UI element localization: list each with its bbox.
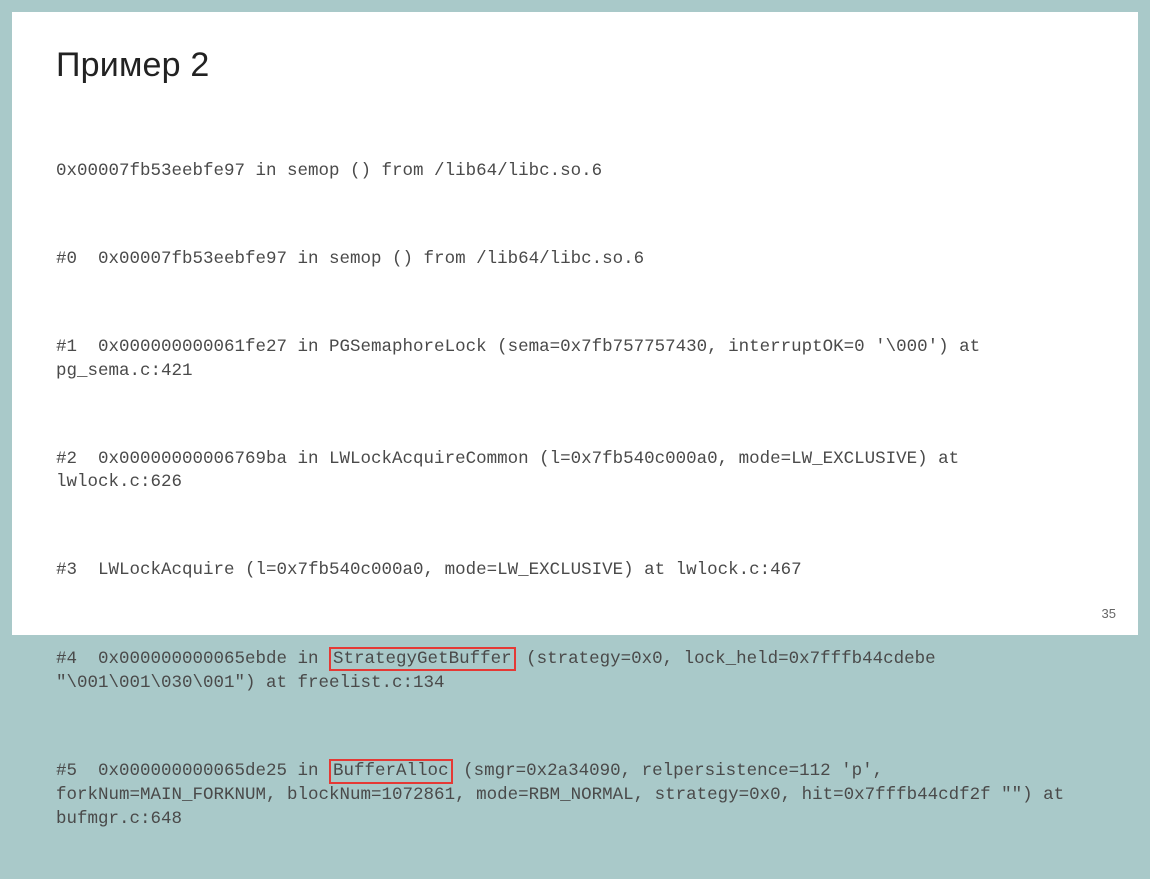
slide: Пример 2 0x00007fb53eebfe97 in semop () … xyxy=(12,12,1138,635)
bt-line-1: #1 0x000000000061fe27 in PGSemaphoreLock… xyxy=(56,336,1094,383)
slide-title: Пример 2 xyxy=(56,46,1094,85)
bt-line-5: #5 0x000000000065de25 in BufferAlloc (sm… xyxy=(56,759,1094,831)
bt-line-4-pre: #4 0x000000000065ebde in xyxy=(56,649,329,669)
bt-line-4: #4 0x000000000065ebde in StrategyGetBuff… xyxy=(56,647,1094,695)
bt-line-2: #2 0x00000000006769ba in LWLockAcquireCo… xyxy=(56,448,1094,495)
backtrace-block: 0x00007fb53eebfe97 in semop () from /lib… xyxy=(56,113,1094,879)
bt-highlight-bufferalloc: BufferAlloc xyxy=(329,759,453,783)
bt-highlight-strategygetbuffer: StrategyGetBuffer xyxy=(329,647,516,671)
bt-line-top: 0x00007fb53eebfe97 in semop () from /lib… xyxy=(56,160,1094,184)
bt-line-5-pre: #5 0x000000000065de25 in xyxy=(56,761,329,781)
bt-line-0: #0 0x00007fb53eebfe97 in semop () from /… xyxy=(56,248,1094,272)
page-number: 35 xyxy=(1102,606,1116,621)
bt-line-3: #3 LWLockAcquire (l=0x7fb540c000a0, mode… xyxy=(56,559,1094,583)
